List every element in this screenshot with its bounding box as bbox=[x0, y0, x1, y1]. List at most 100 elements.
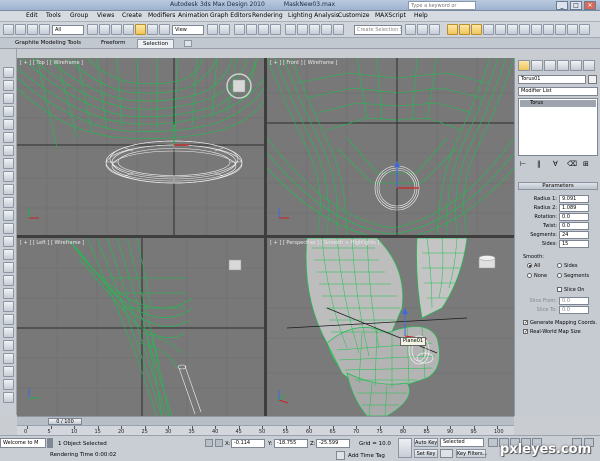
motion-tab-icon[interactable] bbox=[557, 60, 569, 71]
spinner-snap-icon[interactable] bbox=[270, 24, 281, 35]
mirror-icon[interactable] bbox=[297, 24, 308, 35]
viewport-perspective[interactable]: [ + ] [ Perspective ] [ Smooth + Highlig… bbox=[267, 238, 514, 416]
close-button[interactable]: ✕ bbox=[584, 1, 596, 10]
tool-5-icon[interactable] bbox=[3, 119, 14, 130]
ribbon-minimize-icon[interactable] bbox=[184, 40, 192, 47]
tool-20-icon[interactable] bbox=[3, 314, 14, 325]
key-tangent-icon[interactable] bbox=[440, 449, 453, 458]
rotation-field[interactable]: 0.0 bbox=[559, 213, 589, 221]
render-active-shade-icon[interactable] bbox=[495, 24, 506, 35]
ref-coord-dropdown[interactable]: View bbox=[172, 25, 204, 35]
menu-create[interactable]: Create bbox=[122, 12, 142, 19]
maxscript-listener[interactable]: Welcome to M bbox=[0, 438, 46, 448]
smooth-segments-radio[interactable] bbox=[557, 273, 562, 278]
set-key-button[interactable]: Set Key bbox=[414, 449, 438, 458]
modify-tab-icon[interactable] bbox=[531, 60, 543, 71]
select-rotate-icon[interactable] bbox=[147, 24, 158, 35]
tool-3-icon[interactable] bbox=[3, 93, 14, 104]
viewport-perspective-label[interactable]: [ + ] [ Perspective ] [ Smooth + Highlig… bbox=[270, 240, 379, 246]
selection-set-dropdown[interactable]: Create Selection Se bbox=[354, 25, 402, 35]
print-size-icon[interactable] bbox=[567, 24, 578, 35]
snap-toggle-icon[interactable] bbox=[234, 24, 245, 35]
render-iterative-icon[interactable] bbox=[483, 24, 494, 35]
tool-11-icon[interactable] bbox=[3, 197, 14, 208]
select-by-name-icon[interactable] bbox=[99, 24, 110, 35]
link-icon[interactable] bbox=[27, 24, 38, 35]
key-mode-dropdown[interactable]: Selected bbox=[440, 438, 484, 447]
make-unique-icon[interactable]: ∀ bbox=[553, 160, 558, 168]
align-icon[interactable] bbox=[309, 24, 320, 35]
slice-from-field[interactable]: 0.0 bbox=[559, 297, 589, 305]
auto-key-button[interactable]: Auto Key bbox=[414, 438, 438, 447]
pivot-center-icon[interactable] bbox=[207, 24, 218, 35]
tool-23-icon[interactable] bbox=[3, 353, 14, 364]
select-scale-icon[interactable] bbox=[159, 24, 170, 35]
selection-filter-dropdown[interactable]: All bbox=[52, 25, 84, 35]
menu-help[interactable]: Help bbox=[414, 12, 428, 19]
menu-rendering[interactable]: Rendering bbox=[252, 12, 283, 19]
angle-snap-icon[interactable] bbox=[246, 24, 257, 35]
tool-13-icon[interactable] bbox=[3, 223, 14, 234]
lock-selection-icon[interactable] bbox=[205, 439, 213, 447]
render-production-icon[interactable] bbox=[471, 24, 482, 35]
smooth-all-radio[interactable] bbox=[527, 263, 532, 268]
tab-freeform[interactable]: Freeform bbox=[96, 39, 131, 48]
tool-2-icon[interactable] bbox=[3, 80, 14, 91]
teapot-render-icon[interactable] bbox=[531, 24, 542, 35]
viewport-top-label[interactable]: [ + ] [ Top ] [ Wireframe ] bbox=[20, 60, 83, 66]
sides-field[interactable]: 15 bbox=[559, 240, 589, 248]
viewport-front[interactable]: [ + ] [ Front ] [ Wireframe ] bbox=[267, 58, 514, 235]
tool-7-icon[interactable] bbox=[3, 145, 14, 156]
material-editor-icon[interactable] bbox=[429, 24, 440, 35]
redo-icon[interactable] bbox=[15, 24, 26, 35]
remove-modifier-icon[interactable]: ⌫ bbox=[567, 160, 577, 168]
viewport-front-label[interactable]: [ + ] [ Front ] [ Wireframe ] bbox=[270, 60, 337, 66]
tool-1-icon[interactable] bbox=[3, 67, 14, 78]
twist-field[interactable]: 0.0 bbox=[559, 222, 589, 230]
graphite-toggle-icon[interactable] bbox=[333, 24, 344, 35]
tool-18-icon[interactable] bbox=[3, 288, 14, 299]
key-icon[interactable] bbox=[398, 438, 412, 458]
parameters-rollout[interactable]: Parameters bbox=[518, 182, 598, 190]
tool-14-icon[interactable] bbox=[3, 236, 14, 247]
pin-stack-icon[interactable]: ⊢ bbox=[520, 160, 526, 168]
camera-render-icon[interactable] bbox=[543, 24, 554, 35]
layer-manager-icon[interactable] bbox=[321, 24, 332, 35]
tool-16-icon[interactable] bbox=[3, 262, 14, 273]
tool-8-icon[interactable] bbox=[3, 158, 14, 169]
batch-render-icon[interactable] bbox=[555, 24, 566, 35]
go-to-start-icon[interactable] bbox=[488, 438, 498, 447]
smooth-none-radio[interactable] bbox=[527, 273, 532, 278]
segments-field[interactable]: 24 bbox=[559, 231, 589, 239]
menu-modifiers[interactable]: Modifiers bbox=[148, 12, 175, 19]
tab-graphite-modeling-tools[interactable]: Graphite Modeling Tools bbox=[10, 39, 86, 48]
stack-item-torus[interactable]: Torus bbox=[520, 100, 596, 107]
show-end-result-icon[interactable]: ‖ bbox=[537, 160, 541, 168]
percent-snap-icon[interactable] bbox=[258, 24, 269, 35]
tool-26-icon[interactable] bbox=[3, 392, 14, 403]
gamma-icon[interactable] bbox=[579, 24, 590, 35]
select-move-icon[interactable] bbox=[135, 24, 146, 35]
track-bar[interactable]: 0 5 10 15 20 25 30 35 40 45 50 55 60 65 70 75 80 85 90 95 10… bbox=[17, 425, 514, 435]
object-name-field[interactable]: Torus01 bbox=[518, 75, 586, 84]
select-object-icon[interactable] bbox=[87, 24, 98, 35]
time-tag-icon[interactable] bbox=[336, 451, 345, 460]
menu-group[interactable]: Group bbox=[70, 12, 88, 19]
y-coordinate-field[interactable]: -18.755 bbox=[274, 439, 308, 448]
utilities-tab-icon[interactable] bbox=[583, 60, 595, 71]
help-search-input[interactable]: Type a keyword or phrase bbox=[408, 1, 476, 17]
menu-animation[interactable]: Animation bbox=[178, 12, 209, 19]
render-setup-icon[interactable] bbox=[447, 24, 458, 35]
tool-21-icon[interactable] bbox=[3, 327, 14, 338]
time-slider[interactable]: 0 / 100 bbox=[17, 416, 514, 425]
absolute-mode-icon[interactable] bbox=[215, 439, 223, 447]
z-coordinate-field[interactable]: -25.599 bbox=[316, 439, 350, 448]
tool-17-icon[interactable] bbox=[3, 275, 14, 286]
menu-maxscript[interactable]: MAXScript bbox=[375, 12, 406, 19]
effects-icon[interactable] bbox=[519, 24, 530, 35]
tool-12-icon[interactable] bbox=[3, 210, 14, 221]
modifier-list-dropdown[interactable]: Modifier List bbox=[518, 87, 598, 96]
undo-icon[interactable] bbox=[3, 24, 14, 35]
tool-4-icon[interactable] bbox=[3, 106, 14, 117]
edit-named-sets-icon[interactable] bbox=[285, 24, 296, 35]
